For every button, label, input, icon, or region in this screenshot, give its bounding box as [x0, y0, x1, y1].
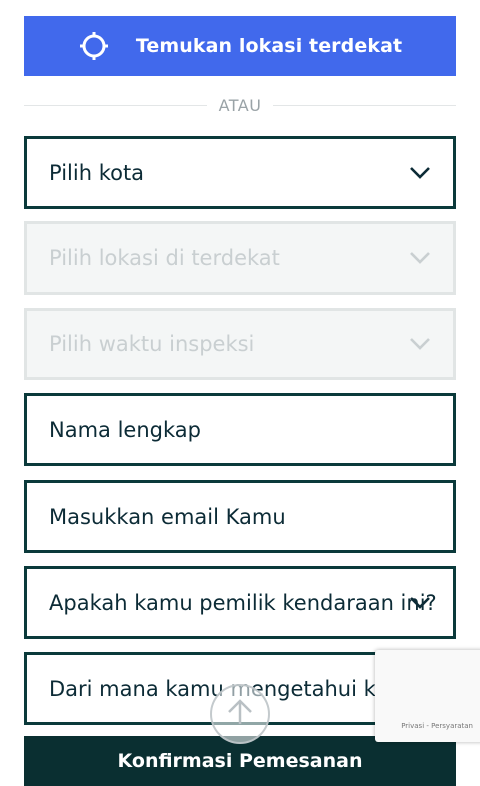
city-select-placeholder: Pilih kota: [49, 160, 145, 185]
full-name-input[interactable]: Nama lengkap: [24, 393, 456, 466]
chevron-down-icon: [409, 166, 431, 180]
chevron-down-icon: [409, 251, 431, 265]
crosshair-icon: [78, 30, 110, 62]
full-name-placeholder: Nama lengkap: [49, 417, 201, 442]
chevron-down-icon: [409, 596, 431, 610]
email-input[interactable]: Masukkan email Kamu: [24, 480, 456, 553]
email-placeholder: Masukkan email Kamu: [49, 504, 286, 529]
find-nearest-location-label: Temukan lokasi terdekat: [135, 35, 403, 57]
inspection-time-select: Pilih waktu inspeksi: [24, 308, 456, 380]
divider-line-right: [273, 104, 457, 106]
divider-line-left: [24, 104, 207, 106]
chevron-down-icon: [409, 337, 431, 351]
recaptcha-footer: Privasi - Persyaratan: [401, 722, 473, 730]
city-select[interactable]: Pilih kota: [24, 136, 456, 209]
vehicle-owner-select[interactable]: Apakah kamu pemilik kendaraan ini?: [24, 566, 456, 639]
or-divider: ATAU: [24, 94, 457, 116]
nearest-location-select: Pilih lokasi di terdekat: [24, 221, 456, 295]
vehicle-owner-placeholder: Apakah kamu pemilik kendaraan ini?: [49, 590, 437, 615]
arrow-up-icon: [225, 697, 255, 731]
or-divider-label: ATAU: [218, 95, 262, 115]
nearest-location-placeholder: Pilih lokasi di terdekat: [49, 246, 280, 270]
recaptcha-badge[interactable]: Privasi - Persyaratan: [375, 650, 480, 742]
scroll-to-top-button[interactable]: [210, 684, 270, 744]
find-nearest-location-button[interactable]: Temukan lokasi terdekat: [24, 16, 456, 76]
top-cutoff-text: [24, 0, 456, 6]
confirm-booking-label: Konfirmasi Pemesanan: [117, 750, 363, 772]
inspection-time-placeholder: Pilih waktu inspeksi: [49, 332, 255, 356]
